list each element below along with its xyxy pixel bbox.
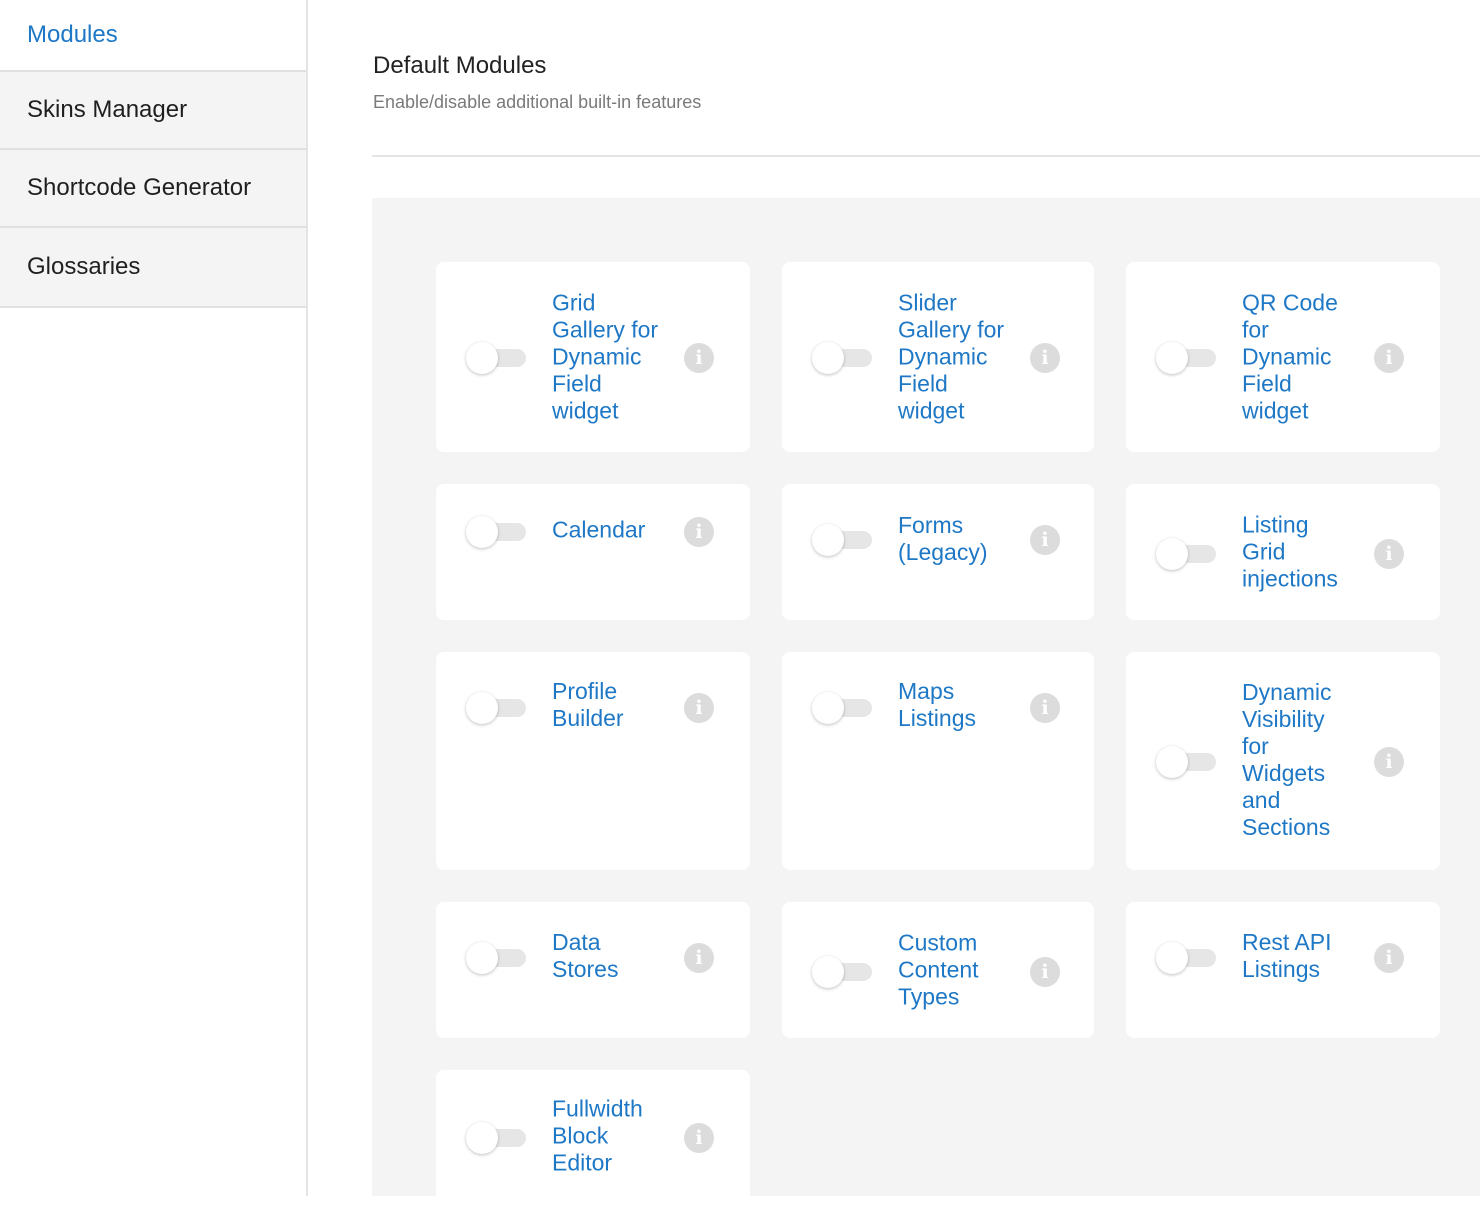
- sidebar-item-glossaries[interactable]: Glossaries: [0, 228, 306, 308]
- info-icon[interactable]: i: [684, 693, 714, 723]
- toggle-knob: [1156, 942, 1188, 974]
- module-card-rest-api-listings: Rest API Listings i: [1126, 902, 1440, 1038]
- info-icon[interactable]: i: [1374, 539, 1404, 569]
- toggle-knob: [1156, 746, 1188, 778]
- module-toggle[interactable]: [1156, 538, 1218, 570]
- info-icon[interactable]: i: [684, 943, 714, 973]
- module-label[interactable]: Slider Gallery for Dynamic Field widget: [898, 290, 1008, 425]
- sidebar-item-label: Skins Manager: [27, 96, 188, 123]
- module-card-slider-gallery: Slider Gallery for Dynamic Field widget …: [782, 262, 1094, 452]
- toggle-knob: [812, 692, 844, 724]
- sidebar-item-label: Modules: [27, 21, 118, 48]
- header-divider: [372, 155, 1480, 157]
- module-toggle[interactable]: [466, 692, 528, 724]
- info-icon[interactable]: i: [1374, 343, 1404, 373]
- sidebar: Modules Skins Manager Shortcode Generato…: [0, 0, 308, 1196]
- module-label[interactable]: Forms (Legacy): [898, 512, 1008, 566]
- sidebar-item-modules[interactable]: Modules: [0, 0, 306, 72]
- info-icon[interactable]: i: [1374, 747, 1404, 777]
- toggle-knob: [466, 342, 498, 374]
- module-label[interactable]: Rest API Listings: [1242, 929, 1352, 983]
- module-toggle[interactable]: [466, 1122, 528, 1154]
- toggle-knob: [1156, 538, 1188, 570]
- module-card-listing-grid-injections: Listing Grid injections i: [1126, 484, 1440, 620]
- toggle-knob: [812, 956, 844, 988]
- toggle-knob: [466, 1122, 498, 1154]
- info-icon[interactable]: i: [684, 517, 714, 547]
- module-label[interactable]: Profile Builder: [552, 678, 662, 732]
- modules-panel: Grid Gallery for Dynamic Field widget i …: [372, 198, 1480, 1206]
- module-card-profile-builder: Profile Builder i: [436, 652, 750, 870]
- info-icon[interactable]: i: [684, 343, 714, 373]
- page-subtitle: Enable/disable additional built-in featu…: [373, 92, 702, 112]
- module-card-fullwidth-block-editor: Fullwidth Block Editor i: [436, 1070, 750, 1206]
- sidebar-item-skins-manager[interactable]: Skins Manager: [0, 72, 306, 150]
- module-label[interactable]: Listing Grid injections: [1242, 512, 1352, 593]
- module-label[interactable]: Fullwidth Block Editor: [552, 1096, 662, 1177]
- module-label[interactable]: Dynamic Visibility for Widgets and Secti…: [1242, 679, 1352, 841]
- module-card-maps-listings: Maps Listings i: [782, 652, 1094, 870]
- module-card-grid-gallery: Grid Gallery for Dynamic Field widget i: [436, 262, 750, 452]
- module-toggle[interactable]: [1156, 342, 1218, 374]
- toggle-knob: [466, 942, 498, 974]
- module-toggle[interactable]: [1156, 942, 1218, 974]
- toggle-knob: [466, 516, 498, 548]
- toggle-knob: [812, 524, 844, 556]
- sidebar-item-label: Glossaries: [27, 253, 141, 280]
- module-toggle[interactable]: [812, 956, 874, 988]
- module-card-forms-legacy: Forms (Legacy) i: [782, 484, 1094, 620]
- sidebar-item-shortcode-generator[interactable]: Shortcode Generator: [0, 150, 306, 228]
- module-card-dynamic-visibility: Dynamic Visibility for Widgets and Secti…: [1126, 652, 1440, 870]
- module-toggle[interactable]: [812, 524, 874, 556]
- module-label[interactable]: Custom Content Types: [898, 930, 1008, 1011]
- module-card-custom-content-types: Custom Content Types i: [782, 902, 1094, 1038]
- module-card-calendar: Calendar i: [436, 484, 750, 620]
- module-label[interactable]: Data Stores: [552, 929, 662, 983]
- module-label[interactable]: QR Code for Dynamic Field widget: [1242, 290, 1352, 425]
- info-icon[interactable]: i: [1030, 343, 1060, 373]
- module-toggle[interactable]: [466, 342, 528, 374]
- module-card-data-stores: Data Stores i: [436, 902, 750, 1038]
- info-icon[interactable]: i: [1374, 943, 1404, 973]
- toggle-knob: [812, 342, 844, 374]
- module-toggle[interactable]: [466, 942, 528, 974]
- module-toggle[interactable]: [1156, 746, 1218, 778]
- toggle-knob: [466, 692, 498, 724]
- module-label[interactable]: Maps Listings: [898, 678, 1008, 732]
- sidebar-item-label: Shortcode Generator: [27, 174, 252, 201]
- info-icon[interactable]: i: [1030, 525, 1060, 555]
- page-title: Default Modules: [373, 52, 547, 79]
- info-icon[interactable]: i: [1030, 957, 1060, 987]
- module-toggle[interactable]: [812, 342, 874, 374]
- module-card-qr-code: QR Code for Dynamic Field widget i: [1126, 262, 1440, 452]
- module-label[interactable]: Calendar: [552, 517, 662, 544]
- info-icon[interactable]: i: [1030, 693, 1060, 723]
- toggle-knob: [1156, 342, 1188, 374]
- info-icon[interactable]: i: [684, 1123, 714, 1153]
- module-toggle[interactable]: [466, 516, 528, 548]
- module-toggle[interactable]: [812, 692, 874, 724]
- module-label[interactable]: Grid Gallery for Dynamic Field widget: [552, 290, 662, 425]
